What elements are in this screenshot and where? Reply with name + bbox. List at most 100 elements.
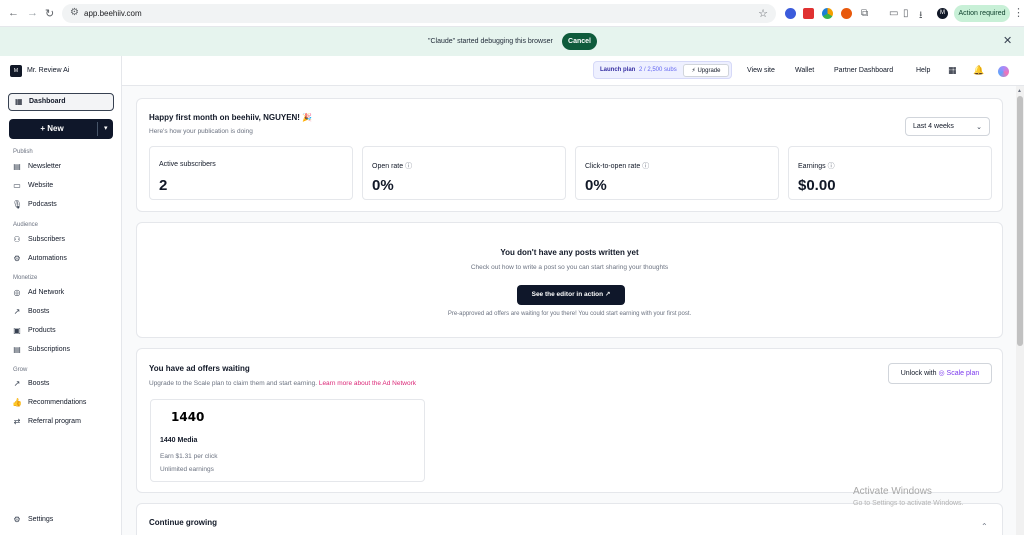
posts-empty-subtitle: Check out how to write a post so you can… xyxy=(470,264,669,271)
sidebar-item-subscriptions[interactable]: ▤ Subscriptions xyxy=(12,344,112,356)
sidebar-item-label: Newsletter xyxy=(28,163,62,170)
browser-menu-icon[interactable]: ⋮ xyxy=(1013,6,1024,19)
extension-icon-2[interactable] xyxy=(803,8,814,19)
boost-chart-icon: ↗ xyxy=(13,307,21,316)
sidebar-item-label: Podcasts xyxy=(28,201,57,208)
thumbs-up-icon: 👍 xyxy=(12,398,22,407)
plan-name: Launch plan xyxy=(600,67,636,73)
chevron-down-icon: ⌄ xyxy=(976,124,982,131)
date-range-select[interactable]: Last 4 weeks ⌄ xyxy=(905,117,990,136)
monitor-icon: ▭ xyxy=(13,181,21,190)
debugging-message: "Claude" started debugging this browser xyxy=(428,38,553,45)
reload-icon[interactable]: ↻ xyxy=(45,7,54,20)
ad-offer-card[interactable]: 1440 1440 Media Earn $1.31 per click Unl… xyxy=(150,399,425,482)
chevron-up-icon[interactable]: ⌃ xyxy=(981,522,988,531)
extension-icon-4[interactable] xyxy=(841,8,852,19)
sidebar-item-label: Subscriptions xyxy=(28,346,71,353)
close-icon[interactable]: ✕ xyxy=(1003,34,1012,47)
wallet-link[interactable]: Wallet xyxy=(795,67,814,74)
bookmark-star-icon[interactable]: ☆ xyxy=(758,7,768,20)
address-bar[interactable]: ⚙ app.beehiiv.com ☆ xyxy=(62,4,776,23)
ad-network-learn-more-link[interactable]: Learn more about the Ad Network xyxy=(319,380,416,387)
stat-label: Click-to-open rate ⓘ xyxy=(585,163,650,170)
action-required-button[interactable]: Action required xyxy=(954,5,1010,22)
plan-badge[interactable]: Launch plan 2 / 2,500 subs ⚡ Upgrade xyxy=(593,61,732,79)
back-icon[interactable]: ← xyxy=(8,7,19,19)
posts-empty-note: Pre-approved ad offers are waiting for y… xyxy=(447,311,692,317)
info-icon[interactable]: ⓘ xyxy=(642,163,649,170)
see-editor-button[interactable]: See the editor in action ↗ xyxy=(517,285,625,305)
sidebar-item-podcasts[interactable]: 🎙 Podcasts xyxy=(12,199,112,211)
help-link[interactable]: Help xyxy=(916,67,930,74)
info-icon[interactable]: ⓘ xyxy=(405,163,412,170)
info-icon[interactable]: ⓘ xyxy=(828,163,835,170)
advertiser-logo: 1440 xyxy=(171,410,205,424)
section-publish: Publish xyxy=(13,149,33,155)
profile-avatar[interactable]: M xyxy=(937,8,948,19)
unlock-scale-plan-button[interactable]: Unlock with ◎ Scale plan xyxy=(888,363,992,384)
sidebar: M Mr. Review Ai ▦ Dashboard + New ▾ Publ… xyxy=(0,56,122,535)
new-button[interactable]: + New ▾ xyxy=(9,119,113,139)
sidebar-item-label: Products xyxy=(28,327,56,334)
newsletter-icon: ▤ xyxy=(13,162,21,171)
sidebar-item-boosts-grow[interactable]: ↗ Boosts xyxy=(12,378,112,390)
url-text[interactable]: app.beehiiv.com xyxy=(84,9,142,18)
external-arrow-icon: ↗ xyxy=(604,291,611,298)
stat-label: Open rate ⓘ xyxy=(372,163,413,170)
side-panel-icon[interactable]: ▯ xyxy=(903,8,909,19)
offer-limit: Unlimited earnings xyxy=(160,466,214,473)
greeting-subtitle: Here's how your publication is doing xyxy=(149,128,253,135)
cancel-debugging-button[interactable]: Cancel xyxy=(562,33,597,50)
extension-icon-1[interactable] xyxy=(785,8,796,19)
extension-icon-3[interactable] xyxy=(822,8,833,19)
site-info-icon[interactable]: ⚙ xyxy=(70,7,79,18)
sidebar-item-newsletter[interactable]: ▤ Newsletter xyxy=(12,161,112,173)
sidebar-item-boosts-monetize[interactable]: ↗ Boosts xyxy=(12,306,112,318)
partner-dashboard-link[interactable]: Partner Dashboard xyxy=(834,67,893,74)
forward-icon[interactable]: → xyxy=(27,7,38,19)
new-button-label: + New xyxy=(40,124,64,133)
bell-icon[interactable]: 🔔 xyxy=(973,65,984,76)
activate-windows-subtitle: Go to Settings to activate Windows. xyxy=(853,500,964,507)
upgrade-button[interactable]: ⚡ Upgrade xyxy=(683,64,729,77)
user-avatar[interactable] xyxy=(998,66,1009,77)
sidebar-item-website[interactable]: ▭ Website xyxy=(12,180,112,192)
view-site-link[interactable]: View site xyxy=(747,67,775,74)
sidebar-item-label: Subscribers xyxy=(28,236,65,243)
stat-value: $0.00 xyxy=(798,177,836,194)
microphone-icon: 🎙 xyxy=(12,200,23,209)
continue-growing-card: Continue growing ⌃ xyxy=(136,503,1003,535)
stat-value: 2 xyxy=(159,177,168,194)
download-icon[interactable]: ⭳ xyxy=(919,8,923,25)
calendar-icon[interactable]: ▦ xyxy=(948,65,957,76)
sidebar-item-subscribers[interactable]: ⚇ Subscribers xyxy=(12,234,112,246)
extensions-puzzle-icon[interactable]: ⧉ xyxy=(861,8,868,19)
lightning-icon: ⚡ xyxy=(691,68,696,74)
sidebar-item-dashboard[interactable]: ▦ Dashboard xyxy=(8,93,114,111)
stat-open-rate: Open rate ⓘ 0% xyxy=(362,146,566,200)
sidebar-item-label: Boosts xyxy=(28,380,50,387)
greeting-title: Happy first month on beehiiv, NGUYEN! 🎉 xyxy=(149,113,313,122)
referral-icon: ⇄ xyxy=(13,417,21,426)
sidebar-item-automations[interactable]: ⚙ Automations xyxy=(12,253,112,265)
dashboard-grid-icon: ▦ xyxy=(15,97,23,106)
chevron-down-icon[interactable]: ▾ xyxy=(104,124,108,132)
scale-plan-icon: ◎ xyxy=(938,370,945,377)
scrollbar-thumb[interactable] xyxy=(1017,96,1023,346)
sidebar-item-products[interactable]: ▣ Products xyxy=(12,325,112,337)
sidebar-item-recommendations[interactable]: 👍 Recommendations xyxy=(12,397,112,409)
scroll-up-arrow-icon[interactable]: ▲ xyxy=(1017,88,1022,94)
sidebar-item-referral-program[interactable]: ⇄ Referral program xyxy=(12,416,112,428)
top-header: Launch plan 2 / 2,500 subs ⚡ Upgrade Vie… xyxy=(122,56,1024,86)
sidebar-item-settings[interactable]: ⚙ Settings xyxy=(12,514,112,526)
ad-offers-subtitle: Upgrade to the Scale plan to claim them … xyxy=(149,380,417,387)
users-icon: ⚇ xyxy=(13,235,21,244)
section-grow: Grow xyxy=(13,367,28,373)
publication-name: Mr. Review Ai xyxy=(27,67,70,74)
tab-search-icon[interactable]: ▭ xyxy=(889,8,898,19)
sidebar-item-ad-network[interactable]: ◎ Ad Network xyxy=(12,287,112,299)
stat-label: Active subscribers xyxy=(159,161,216,168)
stat-label: Earnings ⓘ xyxy=(798,163,835,170)
ad-offers-card: You have ad offers waiting Upgrade to th… xyxy=(136,348,1003,493)
publication-logo: M xyxy=(10,65,22,77)
